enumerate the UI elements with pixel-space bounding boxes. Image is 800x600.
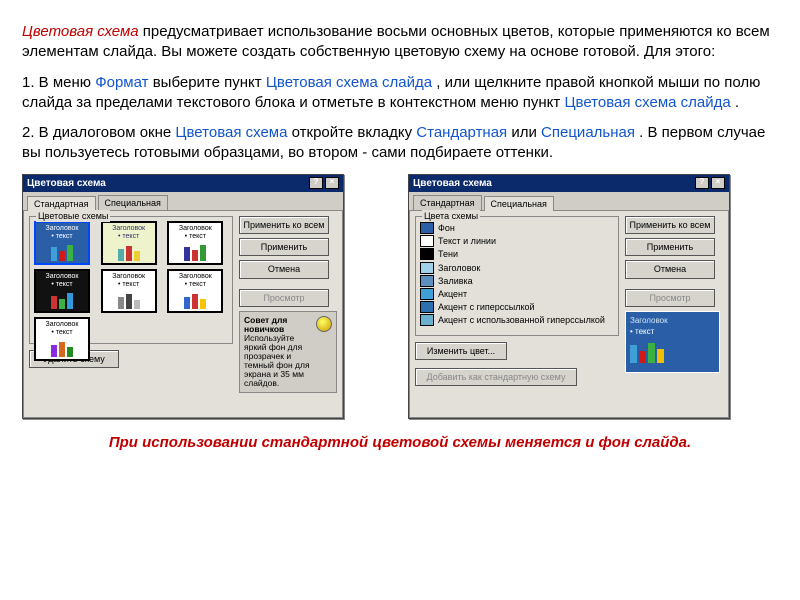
help-icon[interactable]: ?: [695, 177, 709, 189]
step1-cmd: Цветовая схема слайда: [266, 74, 432, 91]
preview-title: Заголовок: [630, 316, 715, 327]
dialog-title-bar: Цветовая схема ? ×: [409, 175, 729, 193]
scheme-thumb[interactable]: Заголовок• текст: [167, 269, 223, 313]
scheme-thumb[interactable]: Заголовок• текст: [167, 221, 223, 265]
color-label: Акцент: [438, 288, 467, 300]
close-icon[interactable]: ×: [711, 177, 725, 189]
dialog-title: Цветовая схема: [413, 177, 492, 191]
scheme-thumb[interactable]: Заголовок• текст: [101, 221, 157, 265]
colors-legend: Цвета схемы: [422, 210, 480, 222]
tip-body: Используйте яркий фон для прозрачек и те…: [244, 334, 312, 388]
apply-button[interactable]: Применить: [239, 238, 329, 256]
tab-special[interactable]: Специальная: [98, 195, 168, 210]
schemes-legend: Цветовые схемы: [36, 210, 110, 222]
add-standard-button[interactable]: Добавить как стандартную схему: [415, 368, 577, 386]
preview-button[interactable]: Просмотр: [625, 289, 715, 307]
color-label: Заголовок: [438, 262, 480, 274]
help-icon[interactable]: ?: [309, 177, 323, 189]
preview-button[interactable]: Просмотр: [239, 289, 329, 307]
tab-special[interactable]: Специальная: [484, 196, 554, 211]
scheme-thumb[interactable]: Заголовок• текст: [34, 221, 90, 265]
step1-text-d: .: [735, 94, 739, 111]
color-row[interactable]: Фон: [420, 222, 614, 234]
dialog-standard: Цветовая схема ? × Стандартная Специальн…: [22, 174, 344, 420]
step1-text-a: 1. В меню: [22, 74, 95, 91]
dialogs-row: Цветовая схема ? × Стандартная Специальн…: [22, 174, 778, 420]
tip-title: Совет для новичков: [244, 316, 312, 334]
step1-cmd2: Цветовая схема слайда: [564, 94, 730, 111]
color-row[interactable]: Акцент с гиперссылкой: [420, 301, 614, 313]
apply-button[interactable]: Применить: [625, 238, 715, 256]
dialog-title-bar: Цветовая схема ? ×: [23, 175, 343, 193]
footer-note: При использовании стандартной цветовой с…: [22, 433, 778, 453]
color-label: Акцент с использованной гиперссылкой: [438, 314, 605, 326]
change-color-button[interactable]: Изменить цвет...: [415, 342, 507, 360]
color-label: Текст и линии: [438, 235, 496, 247]
tab-standard[interactable]: Стандартная: [27, 196, 96, 211]
cancel-button[interactable]: Отмена: [625, 260, 715, 278]
step2-text-c: или: [511, 124, 541, 141]
cancel-button[interactable]: Отмена: [239, 260, 329, 278]
color-row[interactable]: Заливка: [420, 275, 614, 287]
step1-text-b: выберите пункт: [153, 74, 266, 91]
term-color-scheme: Цветовая схема: [22, 23, 139, 40]
close-icon[interactable]: ×: [325, 177, 339, 189]
color-row[interactable]: Акцент: [420, 288, 614, 300]
color-row[interactable]: Акцент с использованной гиперссылкой: [420, 314, 614, 326]
lightbulb-icon: [316, 316, 332, 332]
color-label: Фон: [438, 222, 455, 234]
color-row[interactable]: Тени: [420, 248, 614, 260]
color-row[interactable]: Текст и линии: [420, 235, 614, 247]
tab-standard[interactable]: Стандартная: [413, 195, 482, 210]
step1-format: Формат: [95, 74, 148, 91]
scheme-thumb[interactable]: Заголовок• текст: [34, 317, 90, 361]
preview-text: • текст: [630, 327, 715, 338]
step2-tab1: Стандартная: [416, 124, 507, 141]
scheme-thumb[interactable]: Заголовок• текст: [34, 269, 90, 313]
dialog-title: Цветовая схема: [27, 177, 106, 191]
step-2: 2. В диалоговом окне Цветовая схема откр…: [22, 123, 778, 164]
color-label: Акцент с гиперссылкой: [438, 301, 535, 313]
color-label: Заливка: [438, 275, 473, 287]
scheme-thumb[interactable]: Заголовок• текст: [101, 269, 157, 313]
color-label: Тени: [438, 248, 458, 260]
step-1: 1. В меню Формат выберите пункт Цветовая…: [22, 73, 778, 114]
step2-text-a: 2. В диалоговом окне: [22, 124, 175, 141]
intro-paragraph: Цветовая схема предусматривает использов…: [22, 22, 778, 63]
preview-box: Заголовок • текст: [625, 311, 720, 373]
scheme-grid: Заголовок• текст Заголовок• текст Заголо…: [34, 221, 228, 361]
step2-text-b: откройте вкладку: [292, 124, 417, 141]
tip-box: Совет для новичков Используйте яркий фон…: [239, 311, 337, 393]
apply-all-button[interactable]: Применить ко всем: [239, 216, 329, 234]
step2-dlg: Цветовая схема: [175, 124, 287, 141]
step2-tab2: Специальная: [541, 124, 635, 141]
apply-all-button[interactable]: Применить ко всем: [625, 216, 715, 234]
dialog-special: Цветовая схема ? × Стандартная Специальн…: [408, 174, 730, 420]
color-row[interactable]: Заголовок: [420, 262, 614, 274]
